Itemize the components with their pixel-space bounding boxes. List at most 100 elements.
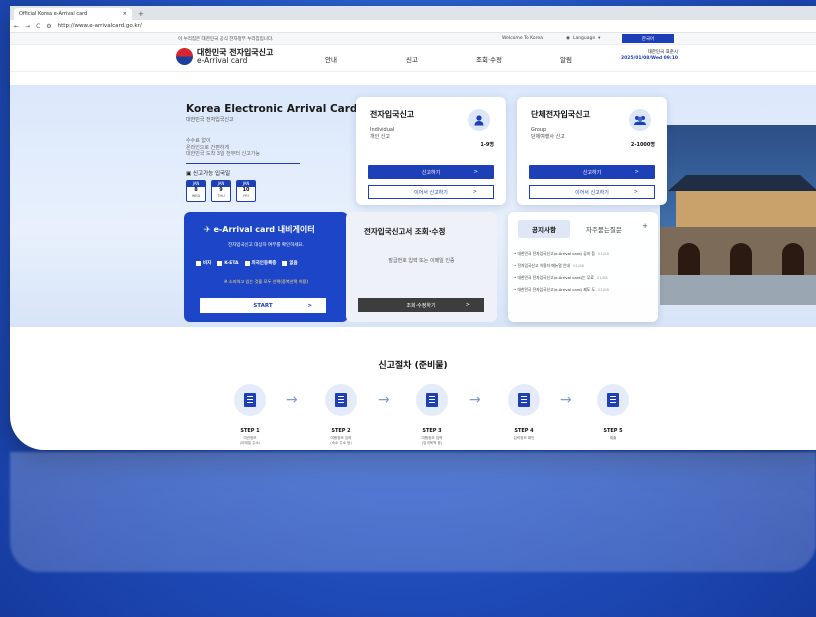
notice-date: 01/08 <box>572 263 584 268</box>
individual-count: 1-9명 <box>480 142 494 148</box>
date-weekday: FRI <box>243 194 249 198</box>
logo-title-en: e-Arrival card <box>197 56 248 65</box>
date-chip: JAN 8 WED <box>186 180 206 202</box>
notice-text: 전자입국신고 이용자 매뉴얼 안내 <box>517 263 570 268</box>
step-label: STEP 1 <box>240 428 260 434</box>
checkbox[interactable] <box>217 260 223 266</box>
checkbox[interactable] <box>196 260 201 266</box>
button-label: 신고하기 <box>421 169 441 176</box>
step-2: STEP 2 여행정보 입력 (숙소 주소 등) <box>316 384 366 446</box>
korean-language-button[interactable]: 한국어 <box>622 34 674 43</box>
option-none[interactable]: 없음 <box>282 260 298 266</box>
divider <box>186 163 300 164</box>
chevron-right-icon: > <box>634 169 639 175</box>
language-label: Language <box>572 36 596 41</box>
start-button[interactable]: START > <box>200 298 326 313</box>
navigator-panel: ✈ e-Arrival card 내비게이터 전자입국신고 대상자 여부를 확인… <box>184 212 348 322</box>
nav-lookup[interactable]: 조회·수정 <box>476 54 502 64</box>
button-label: 신고하기 <box>582 169 602 176</box>
lookup-desc: 발급번호 입력 또는 이메일 인증 <box>388 258 455 264</box>
available-dates: JAN 8 WED JAN 9 THU JAN 10 FRI <box>186 180 256 202</box>
individual-card: 전자입국신고 Individual 개인 신고 1-9명 신고하기 > 이어서 신고… <box>356 97 506 205</box>
arrow-right-icon: → <box>378 392 390 408</box>
step-1: STEP 1 여권정보 (이메일 주소) <box>225 384 275 446</box>
individual-desc: Individual 개인 신고 <box>370 127 394 141</box>
tab-faq[interactable]: 자주묻는질문 <box>582 220 626 238</box>
notice-date: 01/08 <box>597 287 609 292</box>
list-item[interactable]: • 전자입국신고 이용자 매뉴얼 안내 01/08 <box>514 260 609 272</box>
option-label: 없음 <box>289 261 298 266</box>
site-info-icon[interactable]: ⚙ <box>46 23 51 30</box>
chevron-right-icon: > <box>473 169 478 175</box>
option-label: K-ETA <box>224 260 239 266</box>
calendar-icon: ▣ <box>186 171 192 177</box>
available-dates-label: ▣ 신고가능 입국일 <box>186 169 230 177</box>
checkbox[interactable] <box>282 260 288 266</box>
lookup-panel: 전자입국신고서 조회·수정 발급번호 입력 또는 이메일 인증 조회·수정하기 > <box>346 212 497 322</box>
notice-tabs: 공지사항 자주묻는질문 <box>518 220 626 238</box>
palace-image <box>660 125 816 305</box>
browser-tab[interactable]: Official Korea e-Arrival card × <box>14 8 132 20</box>
welcome-text: Welcome To Korea <box>502 36 543 41</box>
button-label: 조회·수정하기 <box>406 302 436 309</box>
arrow-right-icon: → <box>469 392 481 408</box>
option-label: 비자 <box>203 261 212 266</box>
hero-subtitle: 대한민국 전자입국신고 <box>186 117 234 123</box>
date-day: 9 <box>219 187 223 193</box>
group-card: 단체전자입국신고 Group 단체여행사 신고 2-1000명 신고하기 > 이어서… <box>517 97 667 205</box>
kst-clock: 대한민국 표준시 2025/01/08/Wed 09:10 <box>620 50 678 62</box>
notice-date: 01/08 <box>596 275 608 280</box>
tab-notices[interactable]: 공지사항 <box>518 220 570 238</box>
chevron-right-icon: > <box>465 302 470 308</box>
option-keta[interactable]: K-ETA <box>217 260 239 266</box>
chevron-right-icon: > <box>633 189 638 195</box>
lookup-button[interactable]: 조회·수정하기 > <box>358 298 484 312</box>
notice-panel: 공지사항 자주묻는질문 + • 대한민국 전자입국신고(e-Arrival ca… <box>508 212 658 322</box>
nav-report[interactable]: 신고 <box>406 54 418 64</box>
step-4: STEP 4 입력정보 확인 <box>499 384 549 441</box>
step-label: STEP 3 <box>422 428 442 434</box>
taegeuk-icon <box>176 48 193 65</box>
lookup-title: 전자입국신고서 조회·수정 <box>364 227 446 236</box>
reload-icon[interactable]: C <box>36 23 40 30</box>
nav-notice[interactable]: 알림 <box>560 54 572 64</box>
tab-title: Official Korea e-Arrival card <box>19 11 88 17</box>
paper-plane-icon: ✈ <box>204 225 211 234</box>
notice-text: 대한민국 전자입국신고(e-Arrival card) 공지 등 <box>517 251 595 256</box>
url-field[interactable]: http://www.e-arrivalcard.go.kr/ <box>58 23 142 29</box>
site-logo[interactable]: 대한민국 전자입국신고 e-Arrival card <box>176 48 273 65</box>
individual-sub-kr: 개인 신고 <box>370 134 390 140</box>
step-5: STEP 5 제출 <box>588 384 638 441</box>
more-icon[interactable]: + <box>642 222 648 230</box>
nav-guide[interactable]: 안내 <box>325 54 337 64</box>
list-item[interactable]: • 대한민국 전자입국신고(e-Arrival card)는 무료 01/08 <box>514 272 609 284</box>
new-tab-button[interactable]: + <box>138 10 144 18</box>
forward-icon[interactable]: → <box>25 23 30 30</box>
language-selector[interactable]: ◉ Language ▾ <box>566 36 600 41</box>
individual-continue-button[interactable]: 이어서 신고하기 > <box>368 185 494 199</box>
option-visa[interactable]: 비자 <box>196 260 211 266</box>
navigator-subtitle: 전자입국신고 대상자 여부를 확인하세요. <box>227 243 305 248</box>
form-edit-icon <box>325 384 357 416</box>
kst-value: 2025/01/08/Wed 09:10 <box>621 56 678 61</box>
back-icon[interactable]: ← <box>14 23 19 30</box>
tab-bar: Official Korea e-Arrival card × + <box>10 6 816 20</box>
option-label: 외국인등록증 <box>251 261 277 266</box>
individual-report-button[interactable]: 신고하기 > <box>368 165 494 179</box>
date-chip: JAN 9 THU <box>211 180 231 202</box>
chevron-right-icon: > <box>307 302 312 309</box>
screen-reflection <box>10 452 816 582</box>
list-item[interactable]: • 대한민국 전자입국신고(e-Arrival card) 공지 등 01/08 <box>514 248 609 260</box>
individual-sub-en: Individual <box>370 127 395 133</box>
close-tab-icon[interactable]: × <box>123 11 127 17</box>
group-report-button[interactable]: 신고하기 > <box>529 165 655 179</box>
notice-text: 대한민국 전자입국신고(e-Arrival card) 제도 도 <box>517 287 595 292</box>
chevron-down-icon: ▾ <box>598 36 601 41</box>
checkbox[interactable] <box>244 260 250 266</box>
option-residence-card[interactable]: 외국인등록증 <box>244 260 277 266</box>
list-item[interactable]: • 대한민국 전자입국신고(e-Arrival card) 제도 도 01/08 <box>514 284 609 296</box>
group-continue-button[interactable]: 이어서 신고하기 > <box>529 185 655 199</box>
address-bar: ← → C ⚙ http://www.e-arrivalcard.go.kr/ <box>10 20 816 33</box>
step-label: STEP 4 <box>514 428 534 434</box>
step-desc: 여행정보 입력 (입국목적 등) <box>421 436 443 445</box>
